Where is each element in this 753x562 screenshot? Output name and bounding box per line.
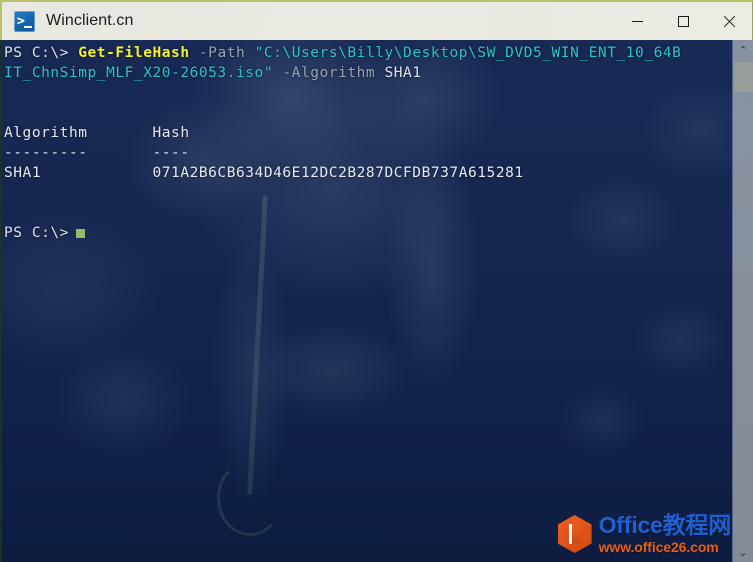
minimize-icon — [631, 20, 643, 22]
vertical-scrollbar[interactable]: ⌃ ⌄ — [732, 40, 753, 562]
watermark-text: Office教程网 www.office26.com — [598, 512, 732, 555]
console-text-segment: -Path — [189, 45, 255, 61]
console-text-segment: -Algorithm — [273, 65, 385, 81]
title-bar-left: Winclient.cn — [2, 10, 614, 32]
console-line: IT_ChnSimp_MLF_X20-26053.iso" -Algorithm… — [4, 63, 681, 83]
window-title: Winclient.cn — [46, 12, 134, 29]
window-controls — [614, 2, 752, 40]
console-text-segment: Get-FileHash — [78, 45, 190, 61]
maximize-icon — [677, 15, 689, 27]
console-text-segment: "C:\Users\Billy\Desktop\SW_DVD5_WIN_ENT_… — [254, 45, 682, 61]
scrollbar-thumb[interactable] — [734, 62, 753, 92]
console-text-segment: PS C:\> — [4, 45, 79, 61]
text-cursor — [75, 229, 85, 238]
console-text-segment: SHA1 071A2B6CB634D46E12DC2B287DCFDB737A6… — [4, 165, 524, 181]
console-body[interactable]: PS C:\> Get-FileHash -Path "C:\Users\Bil… — [0, 40, 753, 562]
minimize-button[interactable] — [614, 2, 660, 40]
console-text-segment: PS C:\> — [4, 225, 69, 241]
watermark-title: Office教程网 — [598, 512, 732, 538]
wallpaper-stalk-curve — [217, 460, 283, 536]
office-logo-icon — [557, 515, 592, 553]
console-text-segment: SHA1 — [384, 65, 422, 81]
console-text: PS C:\> Get-FileHash -Path "C:\Users\Bil… — [2, 40, 681, 243]
powershell-window: Winclient.cn PS C:\> Get-FileHash -Path … — [0, 0, 753, 562]
console-line: SHA1 071A2B6CB634D46E12DC2B287DCFDB737A6… — [4, 163, 681, 183]
scroll-down-arrow-icon[interactable]: ⌄ — [733, 542, 753, 562]
console-text-segment: Algorithm Hash — [4, 125, 190, 141]
console-line: PS C:\> — [4, 223, 681, 243]
powershell-icon — [14, 10, 35, 32]
watermark: Office教程网 www.office26.com — [557, 512, 732, 555]
maximize-button[interactable] — [660, 2, 706, 40]
watermark-url: www.office26.com — [598, 539, 719, 555]
console-line: Algorithm Hash — [4, 123, 681, 143]
close-button[interactable] — [706, 2, 752, 40]
console-line: --------- ---- — [4, 143, 681, 163]
console-line: PS C:\> Get-FileHash -Path "C:\Users\Bil… — [4, 43, 681, 63]
console-text-segment: --------- ---- — [4, 145, 190, 161]
scroll-up-arrow-icon[interactable]: ⌃ — [733, 40, 753, 60]
office-logo-document — [568, 524, 581, 544]
close-icon — [723, 15, 736, 28]
title-bar[interactable]: Winclient.cn — [0, 0, 753, 40]
console-text-segment: IT_ChnSimp_MLF_X20-26053.iso" — [4, 65, 274, 81]
